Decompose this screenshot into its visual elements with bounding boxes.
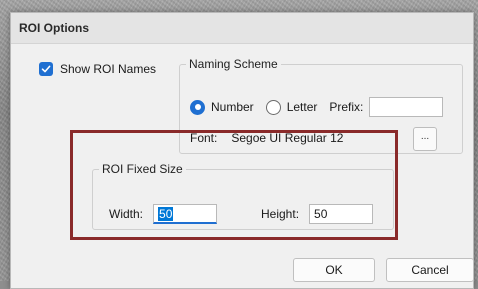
- radio-selected-icon[interactable]: [190, 99, 205, 115]
- dialog-titlebar[interactable]: ROI Options: [11, 13, 473, 44]
- ok-button[interactable]: OK: [293, 258, 375, 282]
- prefix-label: Prefix:: [329, 100, 364, 114]
- checkbox-checked-icon[interactable]: [39, 62, 53, 76]
- highlight-annotation-frame: [70, 130, 398, 240]
- show-roi-names-checkbox[interactable]: Show ROI Names: [39, 62, 156, 76]
- radio-number[interactable]: Number: [190, 99, 254, 115]
- radio-unselected-icon[interactable]: [265, 99, 281, 115]
- choose-font-button[interactable]: ...: [413, 127, 437, 151]
- radio-letter[interactable]: Letter: [265, 99, 318, 115]
- radio-number-label: Number: [211, 100, 254, 114]
- cancel-button[interactable]: Cancel: [386, 258, 474, 282]
- show-roi-names-label: Show ROI Names: [60, 62, 157, 76]
- naming-scheme-options: Number Letter Prefix:: [190, 97, 444, 117]
- prefix-input[interactable]: [369, 97, 444, 117]
- naming-scheme-legend: Naming Scheme: [189, 57, 278, 71]
- radio-letter-label: Letter: [286, 100, 318, 114]
- dialog-title: ROI Options: [19, 21, 89, 35]
